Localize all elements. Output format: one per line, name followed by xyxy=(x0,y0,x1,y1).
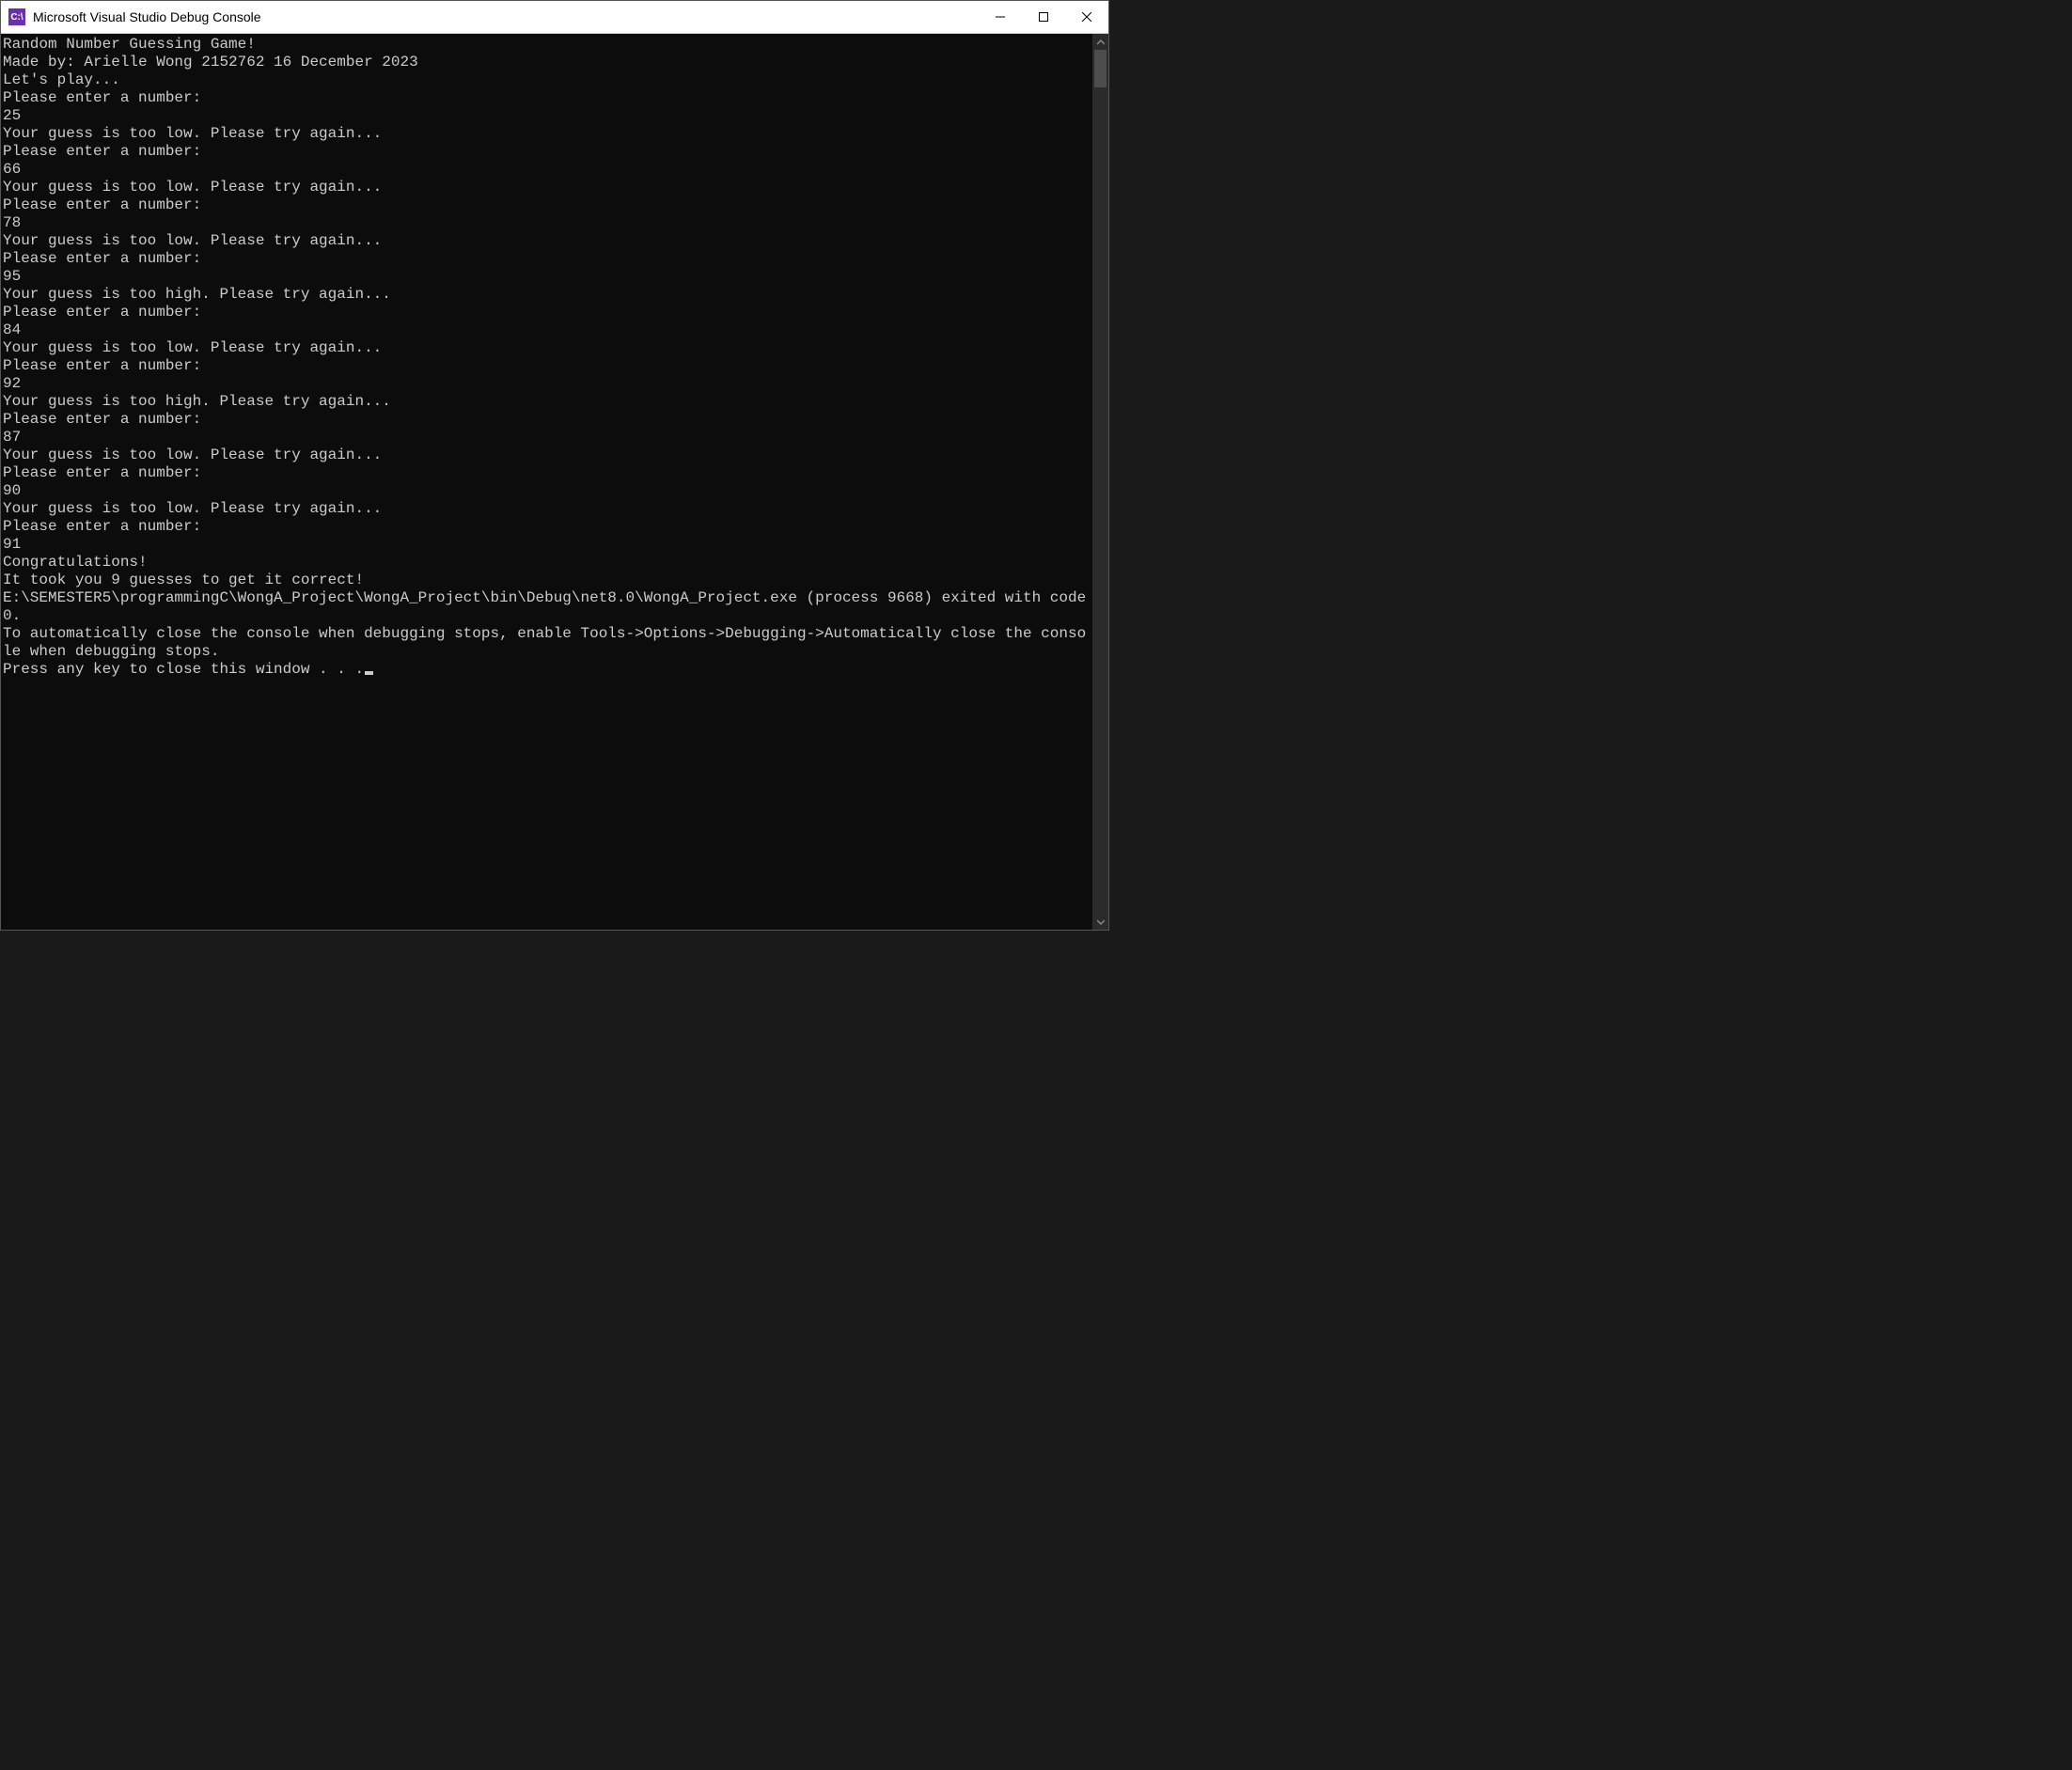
console-line: Please enter a number: xyxy=(3,89,1092,107)
console-last-text: Press any key to close this window . . . xyxy=(3,661,364,678)
window-title: Microsoft Visual Studio Debug Console xyxy=(33,9,261,24)
console-line: 91 xyxy=(3,536,1092,554)
text-cursor xyxy=(365,671,373,675)
console-line: 84 xyxy=(3,321,1092,339)
console-window: C:\ Microsoft Visual Studio Debug Consol… xyxy=(0,0,1109,931)
console-line: Your guess is too low. Please try again.… xyxy=(3,179,1092,196)
console-line: Let's play... xyxy=(3,71,1092,89)
scroll-thumb[interactable] xyxy=(1094,50,1107,87)
console-line: Congratulations! xyxy=(3,554,1092,572)
console-line: E:\SEMESTER5\programmingC\WongA_Project\… xyxy=(3,589,1092,625)
console-line-last: Press any key to close this window . . . xyxy=(3,661,1092,679)
minimize-button[interactable] xyxy=(979,1,1022,33)
console-line: 66 xyxy=(3,161,1092,179)
close-button[interactable] xyxy=(1065,1,1108,33)
console-line: It took you 9 guesses to get it correct! xyxy=(3,572,1092,589)
console-line: Your guess is too high. Please try again… xyxy=(3,393,1092,411)
app-icon: C:\ xyxy=(8,8,25,25)
console-line: Your guess is too low. Please try again.… xyxy=(3,232,1092,250)
console-line: Please enter a number: xyxy=(3,143,1092,161)
console-line: Please enter a number: xyxy=(3,196,1092,214)
console-line: 25 xyxy=(3,107,1092,125)
console-line: Random Number Guessing Game! xyxy=(3,36,1092,54)
console-line: To automatically close the console when … xyxy=(3,625,1092,661)
console-line: Please enter a number: xyxy=(3,357,1092,375)
console-line: Your guess is too high. Please try again… xyxy=(3,286,1092,304)
scroll-track[interactable] xyxy=(1092,50,1108,914)
console-line: 78 xyxy=(3,214,1092,232)
console-line: Your guess is too low. Please try again.… xyxy=(3,446,1092,464)
console-line: Your guess is too low. Please try again.… xyxy=(3,500,1092,518)
scroll-down-arrow-icon[interactable] xyxy=(1092,914,1108,930)
console-line: Your guess is too low. Please try again.… xyxy=(3,339,1092,357)
vertical-scrollbar[interactable] xyxy=(1092,34,1108,930)
client-area: Random Number Guessing Game!Made by: Ari… xyxy=(1,34,1108,930)
console-line: Please enter a number: xyxy=(3,464,1092,482)
console-line: 87 xyxy=(3,429,1092,446)
console-line: Please enter a number: xyxy=(3,250,1092,268)
console-line: Please enter a number: xyxy=(3,411,1092,429)
console-line: 90 xyxy=(3,482,1092,500)
console-line: Please enter a number: xyxy=(3,518,1092,536)
console-output[interactable]: Random Number Guessing Game!Made by: Ari… xyxy=(1,34,1092,930)
console-line: Made by: Arielle Wong 2152762 16 Decembe… xyxy=(3,54,1092,71)
console-line: 95 xyxy=(3,268,1092,286)
console-line: 92 xyxy=(3,375,1092,393)
console-line: Your guess is too low. Please try again.… xyxy=(3,125,1092,143)
maximize-button[interactable] xyxy=(1022,1,1065,33)
console-line: Please enter a number: xyxy=(3,304,1092,321)
titlebar[interactable]: C:\ Microsoft Visual Studio Debug Consol… xyxy=(1,1,1108,34)
scroll-up-arrow-icon[interactable] xyxy=(1092,34,1108,50)
